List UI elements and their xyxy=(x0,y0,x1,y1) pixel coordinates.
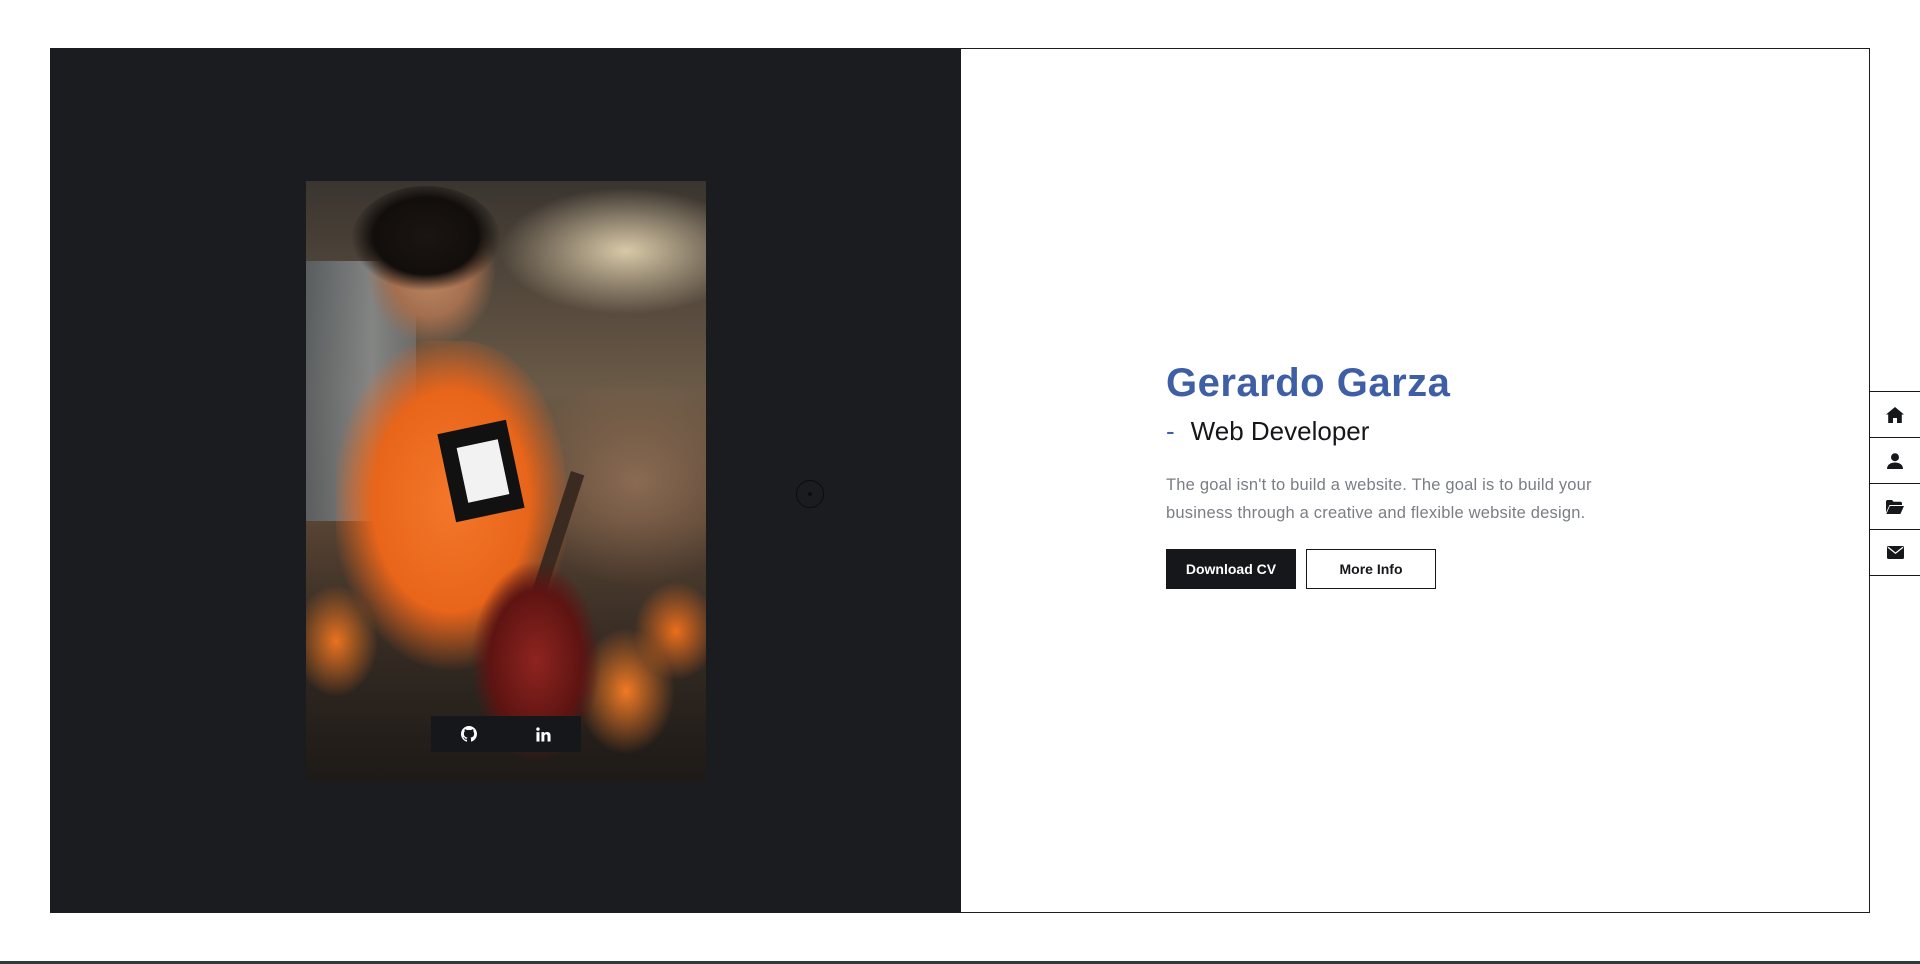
user-icon xyxy=(1887,452,1903,469)
folder-icon xyxy=(1886,499,1904,514)
linkedin-link[interactable] xyxy=(529,719,559,749)
download-cv-button[interactable]: Download CV xyxy=(1166,549,1296,589)
intro-panel: Gerardo Garza - Web Developer The goal i… xyxy=(961,49,1869,912)
envelope-icon xyxy=(1886,546,1904,559)
hero-frame: Gerardo Garza - Web Developer The goal i… xyxy=(50,48,1870,913)
nav-about[interactable] xyxy=(1870,438,1920,484)
more-info-button[interactable]: More Info xyxy=(1306,549,1436,589)
nav-contact[interactable] xyxy=(1870,530,1920,575)
home-icon xyxy=(1886,406,1904,423)
photo-person-hair xyxy=(351,186,501,296)
role-dash: - xyxy=(1166,416,1175,446)
profile-photo xyxy=(306,181,706,781)
action-buttons: Download CV More Info xyxy=(1166,549,1726,589)
role-text: Web Developer xyxy=(1190,416,1370,446)
description-line-2: business through a creative and flexible… xyxy=(1166,504,1586,522)
description-line-1: The goal isn't to build a website. The g… xyxy=(1166,476,1592,494)
nav-portfolio[interactable] xyxy=(1870,484,1920,530)
linkedin-icon xyxy=(536,726,551,742)
photo-panel xyxy=(51,49,961,912)
intro-content: Gerardo Garza - Web Developer The goal i… xyxy=(1166,359,1726,589)
social-links xyxy=(431,716,581,752)
side-nav xyxy=(1869,391,1920,576)
profile-role: - Web Developer xyxy=(1166,413,1726,449)
github-link[interactable] xyxy=(454,719,484,749)
github-icon xyxy=(460,726,477,742)
nav-home[interactable] xyxy=(1870,392,1920,438)
profile-name: Gerardo Garza xyxy=(1166,361,1451,405)
profile-description: The goal isn't to build a website. The g… xyxy=(1166,471,1726,527)
custom-cursor xyxy=(796,480,824,508)
